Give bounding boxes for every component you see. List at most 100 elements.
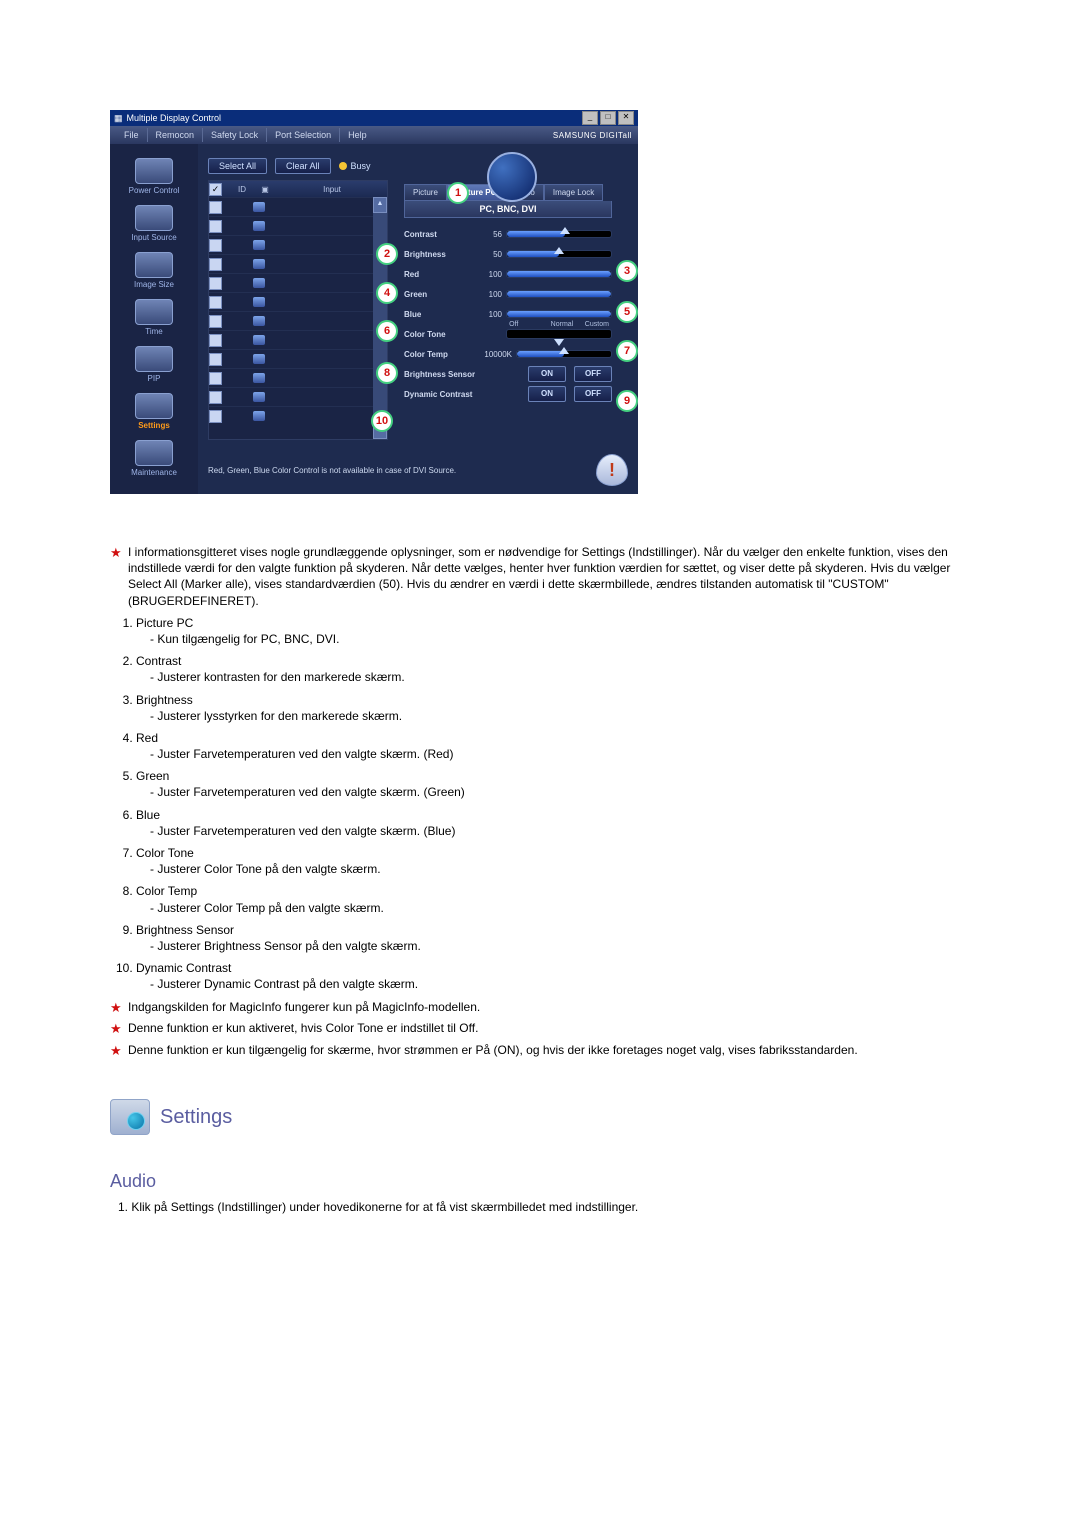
brightness-sensor-off-button[interactable]: OFF [574,366,612,382]
row-checkbox[interactable] [209,277,222,290]
sidebar-item-power-control[interactable]: Power Control [118,156,190,199]
brightness-slider[interactable] [506,250,612,258]
row-checkbox[interactable] [209,391,222,404]
list-item: Dynamic Contrast- Justerer Dynamic Contr… [136,960,970,992]
slider-knob-icon[interactable] [554,247,564,254]
titlebar: ▦ Multiple Display Control _ □ ✕ [110,110,638,126]
green-slider[interactable] [506,290,612,298]
color-tone-slider[interactable]: Off Normal Custom [506,329,612,339]
brightness-value: 50 [472,250,506,259]
star-icon: ★ [110,1020,128,1038]
col-status-icon: ▣ [253,185,277,194]
row-checkbox[interactable] [209,372,222,385]
menu-file[interactable]: File [116,128,148,142]
settings-section-icon [110,1099,150,1135]
blue-slider[interactable] [506,310,612,318]
maximize-button[interactable]: □ [600,111,616,125]
row-checkbox[interactable] [209,410,222,423]
red-value: 100 [472,270,506,279]
callout-3: 3 [616,260,638,282]
list-item: Brightness- Justerer lysstyrken for den … [136,692,970,724]
clear-all-button[interactable]: Clear All [275,158,331,174]
callout-9: 9 [616,390,638,412]
display-icon [253,411,265,421]
close-button[interactable]: ✕ [618,111,634,125]
callout-5: 5 [616,301,638,323]
sidebar-item-maintenance[interactable]: Maintenance [118,438,190,481]
header-checkbox[interactable] [209,183,222,196]
slider-knob-icon[interactable] [559,347,569,354]
scroll-up-icon[interactable]: ▲ [373,197,387,213]
row-checkbox[interactable] [209,353,222,366]
menubar: File Remocon Safety Lock Port Selection … [110,126,638,144]
minimize-button[interactable]: _ [582,111,598,125]
list-row[interactable] [209,216,387,235]
dynamic-contrast-off-button[interactable]: OFF [574,386,612,402]
list-item: Color Temp- Justerer Color Temp på den v… [136,883,970,915]
row-checkbox[interactable] [209,334,222,347]
menu-port-selection[interactable]: Port Selection [267,128,340,142]
list-row[interactable] [209,197,387,216]
list-item: Contrast- Justerer kontrasten for den ma… [136,653,970,685]
contrast-slider[interactable] [506,230,612,238]
scrollbar[interactable]: ▲ ▼ [373,197,387,439]
brightness-sensor-label: Brightness Sensor [404,370,504,379]
row-checkbox[interactable] [209,315,222,328]
display-icon [253,297,265,307]
row-checkbox[interactable] [209,239,222,252]
sidebar-item-settings[interactable]: Settings [118,391,190,434]
list-row[interactable] [209,387,387,406]
list-row[interactable] [209,273,387,292]
list-row[interactable] [209,368,387,387]
callout-7: 7 [616,340,638,362]
display-icon [253,240,265,250]
list-row[interactable] [209,254,387,273]
window-title: Multiple Display Control [127,113,222,123]
row-checkbox[interactable] [209,296,222,309]
star-icon: ★ [110,544,128,609]
slider-knob-icon[interactable] [554,339,564,346]
sidebar-item-input-source[interactable]: Input Source [118,203,190,246]
display-icon [253,259,265,269]
slider-knob-icon[interactable] [560,227,570,234]
sidebar-item-time[interactable]: Time [118,297,190,340]
dynamic-contrast-label: Dynamic Contrast [404,390,504,399]
row-checkbox[interactable] [209,220,222,233]
select-all-button[interactable]: Select All [208,158,267,174]
device-list-panel: ID ▣ Input [208,180,388,440]
tone-off-label: Off [509,321,518,328]
sidebar: Power Control Input Source Image Size Ti… [110,144,198,494]
display-icon [253,354,265,364]
callout-6: 6 [376,320,398,342]
intro-paragraph: I informationsgitteret vises nogle grund… [128,544,970,609]
settings-icon [135,393,173,419]
time-icon [135,299,173,325]
menu-safety-lock[interactable]: Safety Lock [203,128,267,142]
input-icon [135,205,173,231]
brightness-sensor-on-button[interactable]: ON [528,366,566,382]
tab-picture[interactable]: Picture [404,184,447,201]
maintenance-icon [135,440,173,466]
tab-image-lock[interactable]: Image Lock [544,184,603,201]
brightness-label: Brightness [404,250,472,259]
display-icon [253,278,265,288]
sidebar-item-image-size[interactable]: Image Size [118,250,190,293]
row-checkbox[interactable] [209,201,222,214]
blue-label: Blue [404,310,472,319]
list-row[interactable] [209,311,387,330]
list-item: Color Tone- Justerer Color Tone på den v… [136,845,970,877]
color-temp-slider[interactable] [516,350,612,358]
list-row[interactable] [209,406,387,425]
menu-help[interactable]: Help [340,128,375,142]
list-row[interactable] [209,292,387,311]
list-row[interactable] [209,330,387,349]
green-value: 100 [472,290,506,299]
dynamic-contrast-on-button[interactable]: ON [528,386,566,402]
sidebar-item-pip[interactable]: PIP [118,344,190,387]
row-checkbox[interactable] [209,258,222,271]
red-slider[interactable] [506,270,612,278]
list-row[interactable] [209,349,387,368]
menu-remocon[interactable]: Remocon [148,128,204,142]
list-row[interactable] [209,235,387,254]
brand-label: SAMSUNG DIGITall [553,131,638,140]
